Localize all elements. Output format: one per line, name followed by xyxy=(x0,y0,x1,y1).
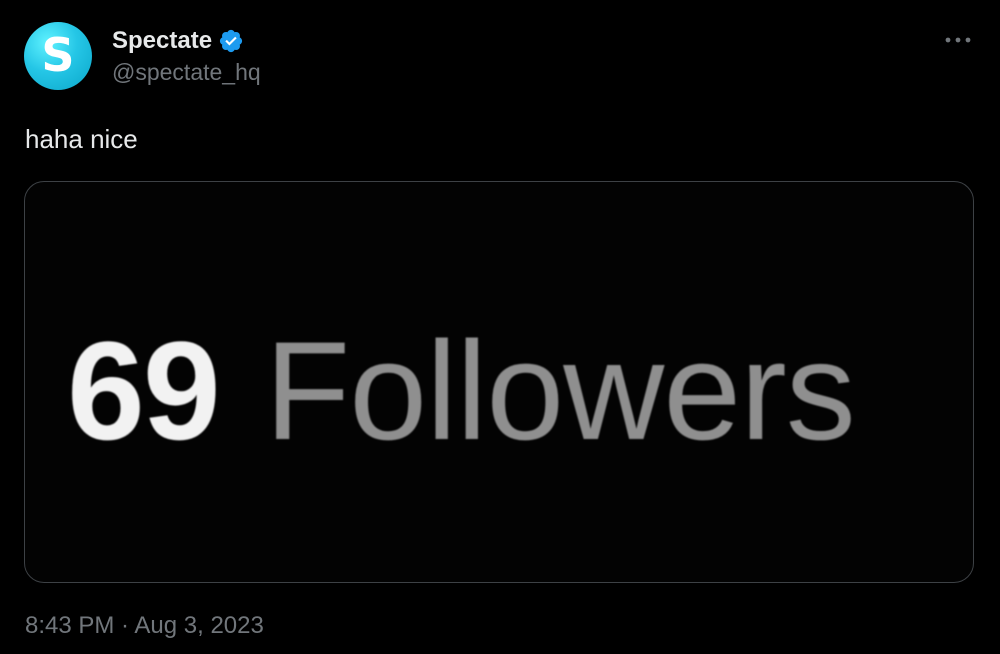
followers-label: Followers xyxy=(264,312,856,469)
tweet-timestamp[interactable]: 8:43 PM · Aug 3, 2023 xyxy=(25,612,264,640)
tweet-text: haha nice xyxy=(25,124,138,154)
followers-count: 69 xyxy=(67,312,221,469)
verified-badge-icon xyxy=(218,28,244,54)
more-horizontal-icon xyxy=(944,31,972,49)
display-name[interactable]: Spectate xyxy=(112,27,212,55)
more-options-button[interactable] xyxy=(938,26,978,54)
media-content: 69 Followers xyxy=(67,310,856,472)
user-info: Spectate @spectate_hq xyxy=(112,26,261,86)
avatar-logo-letter: S xyxy=(41,28,75,82)
tweet: S Spectate @spectate_hq haha nice 69 Fol… xyxy=(0,0,1000,654)
avatar[interactable]: S xyxy=(24,22,92,90)
name-row: Spectate xyxy=(112,26,261,56)
user-handle[interactable]: @spectate_hq xyxy=(112,59,261,86)
tweet-media-image[interactable]: 69 Followers xyxy=(24,181,974,583)
